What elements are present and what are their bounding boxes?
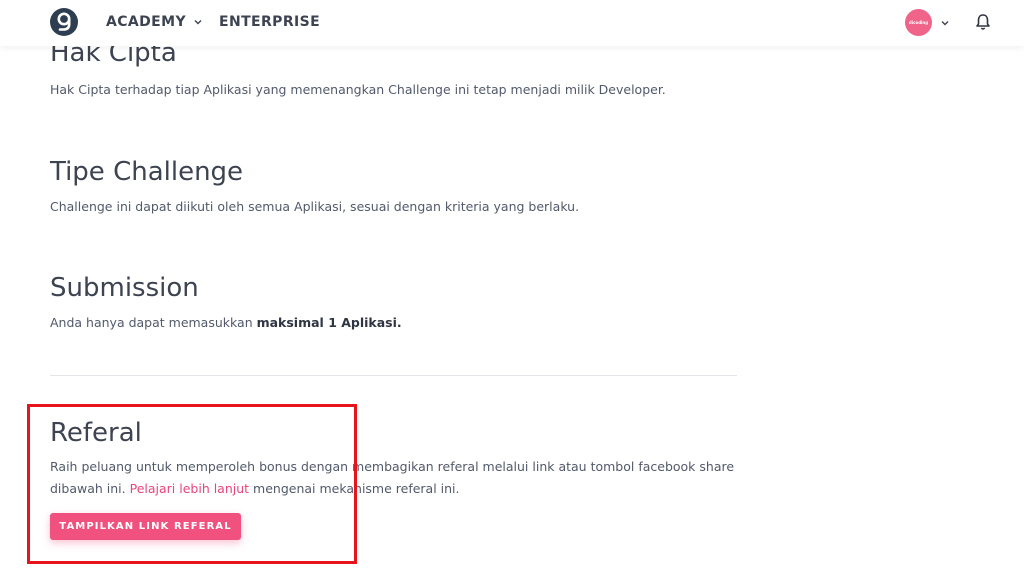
- section-title-tipe-challenge: Tipe Challenge: [50, 157, 244, 187]
- section-text-hak-cipta: Hak Cipta terhadap tiap Aplikasi yang me…: [50, 82, 666, 97]
- section-text-submission: Anda hanya dapat memasukkan maksimal 1 A…: [50, 312, 740, 334]
- notification-bell-icon[interactable]: [975, 13, 991, 31]
- top-navbar: ACADEMY ENTERPRISE dicoding: [0, 0, 1024, 46]
- submission-text-bold: maksimal 1 Aplikasi.: [256, 315, 402, 330]
- highlight-annotation-box: [27, 404, 357, 564]
- section-title-submission: Submission: [50, 273, 199, 303]
- nav-academy-label: ACADEMY: [106, 14, 186, 30]
- dicoding-logo-icon[interactable]: [50, 8, 78, 36]
- submission-text-prefix: Anda hanya dapat memasukkan: [50, 315, 257, 330]
- nav-enterprise[interactable]: ENTERPRISE: [219, 14, 320, 30]
- chevron-down-icon[interactable]: [940, 18, 950, 28]
- section-text-tipe-challenge: Challenge ini dapat diikuti oleh semua A…: [50, 199, 580, 214]
- nav-enterprise-label: ENTERPRISE: [219, 14, 321, 30]
- chevron-down-icon: [194, 20, 202, 25]
- avatar-label: dicoding: [908, 20, 929, 25]
- section-divider: [50, 375, 737, 376]
- nav-academy[interactable]: ACADEMY: [106, 14, 203, 30]
- user-avatar[interactable]: dicoding: [905, 9, 932, 36]
